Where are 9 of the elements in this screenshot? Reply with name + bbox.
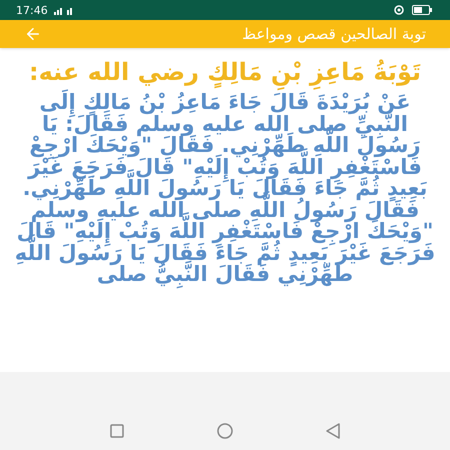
clock-time: 17:46 [16, 4, 48, 16]
hotspot-icon [394, 5, 404, 15]
app-title: توبة الصالحين قصص ومواعظ [242, 24, 426, 45]
recent-apps-icon[interactable] [110, 424, 124, 438]
battery-icon [412, 5, 434, 15]
back-button[interactable] [24, 25, 42, 43]
story-heading: تَوْبَةُ مَاعِزِ بْنِ مَالِكٍ رضي الله عنه: [12, 56, 438, 88]
home-icon[interactable] [216, 423, 233, 439]
back-icon[interactable] [326, 423, 340, 439]
